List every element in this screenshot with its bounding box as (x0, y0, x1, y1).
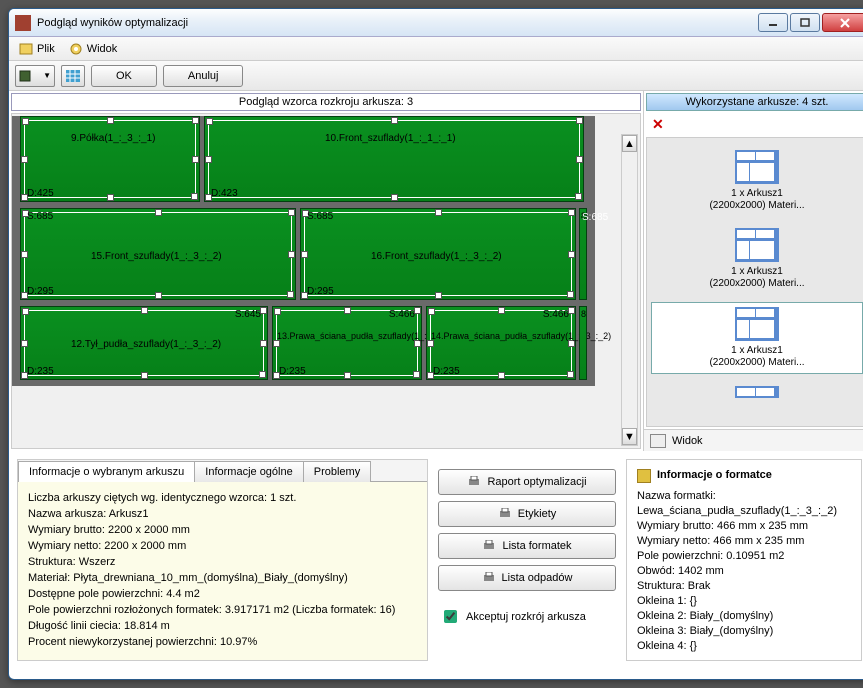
gear-icon (69, 42, 83, 56)
format-title: Informacje o formatce (657, 468, 772, 483)
preview-header: Podgląd wzorca rozkroju arkusza: 3 (11, 93, 641, 111)
sheet-thumb-icon (735, 386, 779, 398)
printer-icon (482, 540, 496, 552)
accept-checkbox[interactable] (444, 610, 457, 623)
info-body: Liczba arkuszy ciętych wg. identycznego … (18, 482, 427, 660)
actions-column: Raport optymalizacji Etykiety Lista form… (432, 459, 622, 661)
accept-row: Akceptuj rozkrój arkusza (438, 597, 616, 636)
sheet-item[interactable] (651, 382, 863, 406)
used-sheets-list[interactable]: 1 x Arkusz1 (2200x2000) Materi... 1 x Ar… (646, 137, 863, 427)
sheet-thumb-icon (735, 307, 779, 341)
preview-scrollbar[interactable]: ▲ ▼ (621, 134, 638, 446)
report-button[interactable]: Raport optymalizacji (438, 469, 616, 495)
toolbar: ▼ OK Anuluj (9, 61, 863, 91)
used-sheets-column: Wykorzystane arkusze: 4 szt. ✕ 1 x Arkus… (644, 91, 863, 451)
tab-problems[interactable]: Problemy (303, 461, 371, 482)
app-window: Podgląd wyników optymalizacji Plik Widok… (8, 8, 863, 680)
used-sheets-footer: Widok (644, 429, 863, 451)
waste-list-button[interactable]: Lista odpadów (438, 565, 616, 591)
pieces-list-button[interactable]: Lista formatek (438, 533, 616, 559)
sheet-item[interactable]: 1 x Arkusz1 (2200x2000) Materi... (651, 146, 863, 216)
maximize-button[interactable] (790, 13, 820, 32)
menubar: Plik Widok (9, 37, 863, 61)
sheet-item[interactable]: 1 x Arkusz1 (2200x2000) Materi... (651, 302, 863, 374)
cancel-button[interactable]: Anuluj (163, 65, 244, 87)
minimize-button[interactable] (758, 13, 788, 32)
menu-view[interactable]: Widok (63, 40, 124, 58)
close-button[interactable] (822, 13, 863, 32)
titlebar: Podgląd wyników optymalizacji (9, 9, 863, 37)
ok-button[interactable]: OK (91, 65, 157, 87)
file-icon (19, 42, 33, 56)
used-sheets-toolbar: ✕ (644, 113, 863, 135)
view-icon[interactable] (650, 434, 666, 448)
sheet-thumb-icon (735, 228, 779, 262)
toolbar-grid-button[interactable] (61, 65, 85, 87)
grid-icon (66, 70, 80, 82)
used-sheets-header: Wykorzystane arkusze: 4 szt. (646, 93, 863, 111)
cutting-preview[interactable]: 9.Półka(1_:_3_:_1) D:425 10.Front_szufla… (11, 113, 641, 449)
preview-column: Podgląd wzorca rozkroju arkusza: 3 9.Pół… (9, 91, 644, 451)
app-icon (15, 15, 31, 31)
sheet-thumb-icon (735, 150, 779, 184)
scroll-up-icon[interactable]: ▲ (622, 135, 637, 152)
menu-file[interactable]: Plik (13, 40, 61, 58)
tab-selected-sheet[interactable]: Informacje o wybranym arkuszu (18, 461, 195, 482)
format-icon (637, 469, 651, 483)
chevron-down-icon: ▼ (43, 71, 51, 80)
tab-general[interactable]: Informacje ogólne (194, 461, 303, 482)
list-icon (19, 70, 31, 82)
delete-sheet-icon[interactable]: ✕ (652, 116, 664, 133)
scroll-down-icon[interactable]: ▼ (622, 428, 637, 445)
toolbar-dropdown[interactable]: ▼ (15, 65, 55, 87)
labels-button[interactable]: Etykiety (438, 501, 616, 527)
printer-icon (467, 476, 481, 488)
sheet-item[interactable]: 1 x Arkusz1 (2200x2000) Materi... (651, 224, 863, 294)
printer-icon (482, 572, 496, 584)
info-panel: Informacje o wybranym arkuszu Informacje… (17, 459, 428, 661)
printer-icon (498, 508, 512, 520)
info-tabs: Informacje o wybranym arkuszu Informacje… (18, 460, 427, 482)
window-title: Podgląd wyników optymalizacji (37, 17, 756, 29)
format-info-panel: Informacje o formatce Nazwa formatki: Le… (626, 459, 862, 661)
